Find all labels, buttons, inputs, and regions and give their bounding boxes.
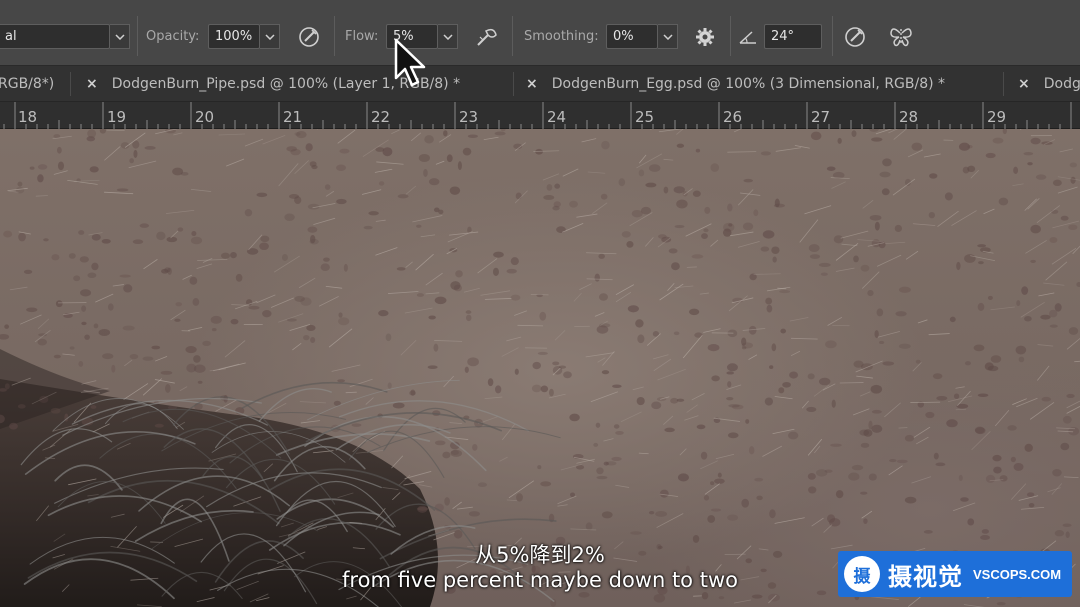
divider bbox=[70, 72, 71, 96]
tab-label: RGB/8*) bbox=[0, 76, 55, 92]
tab-next-document[interactable]: × Dodg bbox=[1018, 66, 1080, 102]
ruler-label: 29 bbox=[987, 108, 1007, 126]
flow-label: Flow: bbox=[345, 29, 379, 44]
watermark-domain: VSCOPS.COM bbox=[973, 566, 1062, 582]
pressure-opacity-icon[interactable] bbox=[294, 22, 324, 52]
opacity-chevron-icon[interactable] bbox=[260, 24, 280, 49]
blend-mode-dropdown[interactable]: al bbox=[0, 24, 110, 49]
document-tabs: RGB/8*) × DodgenBurn_Pipe.psd @ 100% (La… bbox=[0, 66, 1080, 102]
options-bar: al Opacity: 100% Flow: 5% Smoothing: 0% … bbox=[0, 0, 1080, 66]
opacity-value: 100% bbox=[215, 29, 253, 44]
skin-photo bbox=[0, 129, 1080, 607]
tab-label: DodgenBurn_Egg.psd @ 100% (3 Dimensional… bbox=[551, 76, 946, 92]
close-icon[interactable]: × bbox=[86, 76, 98, 92]
tab-dodgenburn-egg[interactable]: × DodgenBurn_Egg.psd @ 100% (3 Dimension… bbox=[526, 66, 1000, 102]
smoothing-label: Smoothing: bbox=[524, 29, 599, 44]
divider bbox=[513, 72, 514, 96]
tab-previous-document[interactable]: RGB/8*) bbox=[0, 66, 64, 102]
opacity-label: Opacity: bbox=[146, 29, 200, 44]
smoothing-value: 0% bbox=[613, 29, 634, 44]
ruler-label: 25 bbox=[635, 108, 655, 126]
watermark-chinese: 摄视觉 bbox=[888, 562, 963, 591]
angle-input[interactable]: 24° bbox=[764, 24, 822, 49]
ruler-label: 19 bbox=[107, 108, 127, 126]
gear-icon[interactable] bbox=[690, 22, 720, 52]
ruler-label: 26 bbox=[723, 108, 743, 126]
close-icon[interactable]: × bbox=[1018, 76, 1030, 92]
ruler-label: 28 bbox=[899, 108, 919, 126]
ruler-label: 27 bbox=[811, 108, 831, 126]
ruler-label: 23 bbox=[459, 108, 479, 126]
tab-label: Dodg bbox=[1043, 76, 1080, 92]
angle-value: 24° bbox=[771, 29, 795, 44]
blend-mode-chevron-icon[interactable] bbox=[110, 24, 130, 49]
divider bbox=[137, 16, 138, 56]
opacity-input[interactable]: 100% bbox=[208, 24, 260, 49]
close-icon[interactable]: × bbox=[526, 76, 538, 92]
divider bbox=[334, 16, 335, 56]
symmetry-butterfly-icon[interactable] bbox=[886, 22, 916, 52]
smoothing-chevron-icon[interactable] bbox=[658, 24, 678, 49]
smoothing-input[interactable]: 0% bbox=[606, 24, 658, 49]
divider bbox=[832, 16, 833, 56]
watermark-seal: 摄 bbox=[844, 556, 880, 592]
flow-chevron-icon[interactable] bbox=[438, 24, 458, 49]
mouse-cursor-icon bbox=[394, 38, 426, 87]
ruler-label: 20 bbox=[195, 108, 215, 126]
document-canvas[interactable] bbox=[0, 129, 1080, 607]
airbrush-icon[interactable] bbox=[472, 22, 502, 52]
divider bbox=[730, 16, 731, 56]
ruler-label: 21 bbox=[283, 108, 303, 126]
watermark-logo: 摄 摄视觉 VSCOPS.COM bbox=[838, 551, 1072, 597]
pressure-size-icon[interactable] bbox=[840, 22, 870, 52]
ruler-label: 18 bbox=[18, 108, 38, 126]
angle-icon bbox=[733, 22, 763, 52]
blend-mode-value: al bbox=[5, 29, 17, 44]
ruler-label: 22 bbox=[371, 108, 391, 126]
divider bbox=[512, 16, 513, 56]
horizontal-ruler: 18 19 20 21 22 23 24 25 26 27 28 29 bbox=[0, 102, 1080, 129]
tab-dodgenburn-pipe[interactable]: × DodgenBurn_Pipe.psd @ 100% (Layer 1, R… bbox=[86, 66, 510, 102]
divider bbox=[1003, 72, 1004, 96]
ruler-label: 24 bbox=[547, 108, 567, 126]
